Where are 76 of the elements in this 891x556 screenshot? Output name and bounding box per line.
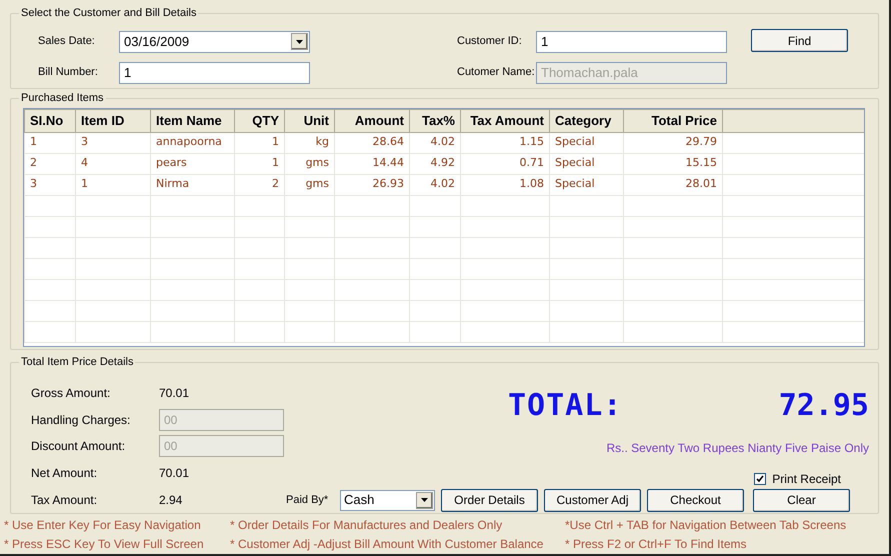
table-cell: 29.79: [624, 132, 722, 153]
table-cell: 1: [24, 132, 76, 153]
field-label: Paid By*: [285, 492, 330, 508]
column-header[interactable]: Tax Amount: [460, 109, 550, 132]
total-value: 72.95: [778, 387, 869, 425]
table-cell: 4.92: [410, 153, 460, 174]
column-header[interactable]: Amount: [334, 109, 410, 132]
field-label: Discount Amount:: [30, 438, 126, 456]
column-header[interactable]: Item Name: [150, 109, 234, 132]
group-title: Purchased Items: [20, 91, 105, 106]
column-header[interactable]: QTY: [234, 109, 284, 132]
hint-text: * Press F2 or Ctrl+F To Find Items: [565, 536, 748, 553]
checkbox[interactable]: [754, 472, 766, 484]
table-cell: Nirma: [150, 174, 234, 195]
amount-in-words: Rs.. Seventy Two Rupees Nianty Five Paise Only: [606, 440, 869, 456]
column-header[interactable]: SI.No: [24, 109, 76, 132]
table-cell: Special: [550, 153, 624, 174]
column-header[interactable]: Total Price: [624, 109, 722, 132]
find-button[interactable]: Find: [751, 29, 848, 52]
table-cell: Special: [550, 132, 624, 153]
table-cell: annapoorna: [150, 132, 234, 153]
date-picker[interactable]: 03/16/2009: [119, 30, 310, 52]
table-cell: 26.93: [334, 174, 410, 195]
hint-text: *Use Ctrl + TAB for Navigation Between Tab Screens: [565, 517, 848, 534]
table-cell: 4.02: [410, 132, 460, 153]
group-title: Total Item Price Details: [20, 355, 134, 370]
group-title: Select the Customer and Bill Details: [20, 6, 198, 21]
table-cell: 1: [234, 153, 284, 174]
field-label: Handling Charges:: [30, 412, 132, 429]
button[interactable]: Checkout: [647, 488, 744, 512]
column-header[interactable]: Tax%: [410, 109, 460, 132]
table-cell: 28.01: [624, 174, 722, 195]
amount-value: 70.01: [159, 384, 190, 402]
table-cell: 15.15: [624, 153, 722, 174]
field-label: Customer ID:: [456, 34, 523, 50]
table-cell: gms: [284, 153, 334, 174]
total-label: TOTAL:: [508, 387, 622, 425]
amount-value: 2.94: [159, 492, 182, 509]
table-cell: 2: [234, 174, 284, 195]
table-cell: 3: [24, 174, 76, 195]
field-label: Net Amount:: [30, 464, 98, 482]
button[interactable]: Order Details: [441, 488, 538, 512]
hint-text: * Order Details For Manufactures and Dealers Only: [230, 517, 504, 534]
table-cell: 1.08: [460, 174, 550, 195]
button[interactable]: Clear: [753, 488, 850, 512]
column-header[interactable]: Unit: [284, 109, 334, 132]
table-cell: 2: [24, 153, 76, 174]
column-header[interactable]: Category: [550, 109, 624, 132]
field-label: Gross Amount:: [30, 384, 112, 402]
table-cell: kg: [284, 132, 334, 153]
hint-text: * Use Enter Key For Easy Navigation: [4, 517, 202, 534]
table-cell: 14.44: [334, 153, 410, 174]
table-cell: 4.02: [410, 174, 460, 195]
checkbox-label: Print Receipt: [772, 470, 841, 488]
table-cell: 4: [76, 153, 150, 174]
table-cell: 1.15: [460, 132, 550, 153]
field-label: Tax Amount:: [30, 492, 98, 509]
table-cell: 1: [76, 174, 150, 195]
amount-value: 70.01: [159, 464, 190, 482]
table-cell: Special: [550, 174, 624, 195]
field-label: Cutomer Name:: [456, 65, 536, 80]
table-cell: 28.64: [334, 132, 410, 153]
hint-text: * Press ESC Key To View Full Screen: [4, 536, 205, 553]
input-field[interactable]: 1: [536, 30, 727, 52]
table-cell: 3: [76, 132, 150, 153]
table-cell: gms: [284, 174, 334, 195]
input-field[interactable]: 1: [119, 62, 310, 84]
dropdown[interactable]: Cash: [340, 490, 435, 510]
button[interactable]: Customer Adj: [544, 488, 641, 512]
field-label: Sales Date:: [37, 34, 96, 50]
hint-text: * Customer Adj -Adjust Bill Amount With Customer Balance: [230, 536, 544, 553]
table-cell: 0.71: [460, 153, 550, 174]
table-cell: pears: [150, 153, 234, 174]
field-label: Bill Number:: [37, 65, 99, 80]
column-header[interactable]: Item ID: [76, 109, 150, 132]
table-cell: 1: [234, 132, 284, 153]
